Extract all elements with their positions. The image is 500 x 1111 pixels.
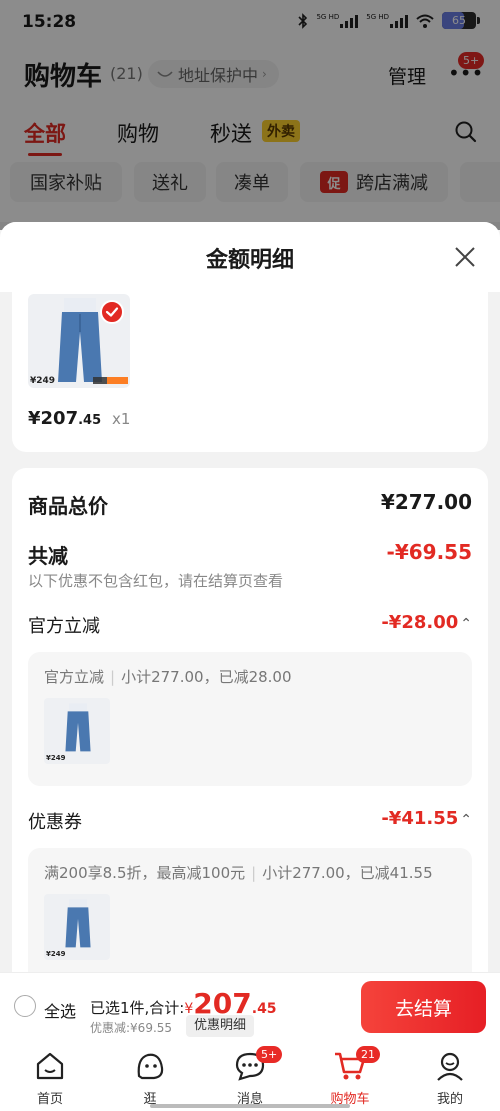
coupon-detail-text: 满200享8.5折，最高减100元 | 小计277.00，已减41.55 (44, 864, 433, 882)
item-quantity: x1 (112, 410, 131, 428)
reduce-row: 共减 -¥69.55 (28, 540, 472, 568)
home-indicator[interactable] (150, 1104, 350, 1108)
total-label: 商品总价 (28, 494, 108, 518)
sheet-title: 金额明细 (205, 248, 294, 273)
total-row: 商品总价 ¥277.00 (28, 490, 472, 518)
thumbnail-price: ¥249 (30, 376, 56, 386)
amount-detail-sheet: 金额明细 ¥249 ¥207.45 x1 商品总价 ¥277.00 共减 -¥6… (0, 222, 500, 982)
chevron-up-icon: ⌃ (460, 812, 472, 828)
coupon-value: -¥41.55 ⌃ (381, 808, 472, 829)
reduce-note: 以下优惠不包含红包，请在结算页查看 (28, 572, 284, 590)
official-discount-value: -¥28.00 ⌃ (381, 612, 472, 633)
discount-detail-button[interactable]: 优惠明细 (186, 1015, 255, 1037)
official-discount-row[interactable]: 官方立减 -¥28.00 ⌃ (28, 612, 472, 638)
nav-profile[interactable]: 我的 (410, 1046, 490, 1107)
product-thumbnail[interactable]: ¥249 (28, 294, 130, 388)
select-all-label[interactable]: 全选 (44, 998, 76, 1022)
check-icon[interactable] (100, 300, 124, 324)
reduce-label: 共减 (28, 544, 68, 568)
selected-items-card: ¥249 ¥207.45 x1 (12, 292, 488, 452)
checkout-bar: 全选 已选1件,合计:¥207.45 优惠减:¥69.55 优惠明细 去结算 (0, 972, 500, 1042)
nav-browse[interactable]: 逛 (110, 1046, 190, 1107)
official-detail-thumbnail: ¥249 (44, 698, 110, 764)
official-detail-text: 官方立减 | 小计277.00，已减28.00 (44, 668, 292, 686)
nav-messages[interactable]: 5+ 消息 (210, 1046, 290, 1107)
dim-overlay[interactable] (0, 0, 500, 230)
browse-icon (137, 1053, 164, 1080)
coupon-row[interactable]: 优惠券 -¥41.55 ⌃ (28, 808, 472, 834)
official-discount-label: 官方立减 (28, 616, 100, 637)
nav-cart[interactable]: 21 购物车 (310, 1046, 390, 1107)
checkout-button[interactable]: 去结算 (361, 981, 486, 1033)
coupon-detail: 满200享8.5折，最高减100元 | 小计277.00，已减41.55 ¥249 (28, 848, 472, 982)
cart-badge: 21 (356, 1046, 380, 1063)
total-value: ¥277.00 (380, 490, 472, 514)
coupon-detail-thumbnail: ¥249 (44, 894, 110, 960)
item-price: ¥207.45 (28, 408, 102, 429)
bottom-nav: 首页 逛 5+ 消息 21 购物车 我的 (0, 1042, 500, 1111)
close-icon[interactable] (454, 246, 476, 268)
discount-text: 优惠减:¥69.55 (90, 1021, 173, 1035)
sheet-header: 金额明细 (0, 222, 500, 292)
official-discount-detail: 官方立减 | 小计277.00，已减28.00 ¥249 (28, 652, 472, 786)
chevron-up-icon: ⌃ (460, 616, 472, 632)
reduce-value: -¥69.55 (386, 540, 472, 564)
messages-badge: 5+ (256, 1046, 283, 1063)
select-all-radio[interactable] (14, 995, 36, 1017)
home-icon (36, 1052, 64, 1080)
thumbnail-promo-strip (93, 377, 128, 384)
coupon-label: 优惠券 (28, 812, 82, 833)
nav-home[interactable]: 首页 (10, 1046, 90, 1107)
price-breakdown-card: 商品总价 ¥277.00 共减 -¥69.55 以下优惠不包含红包，请在结算页查… (12, 468, 488, 982)
profile-icon (437, 1052, 463, 1081)
